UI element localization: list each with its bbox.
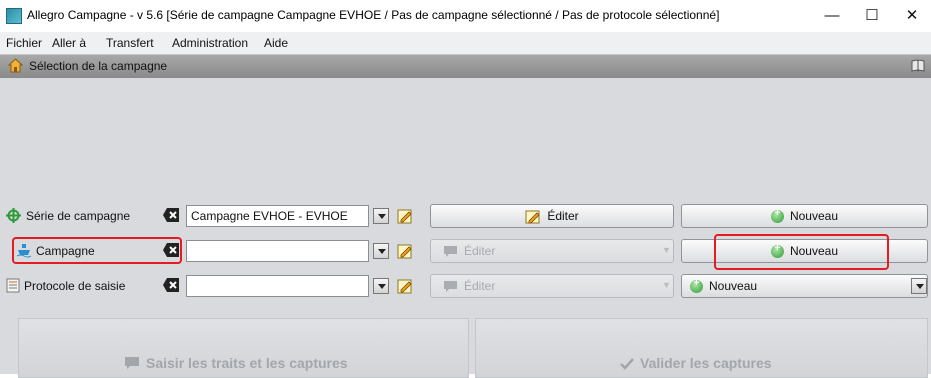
- menu-fichier[interactable]: Fichier: [6, 36, 42, 50]
- comment-icon: [444, 280, 457, 292]
- protocole-dropdown-arrow[interactable]: [373, 278, 389, 294]
- clear-field-icon[interactable]: [162, 207, 180, 223]
- menu-aide[interactable]: Aide: [264, 36, 288, 50]
- checkmark-icon: [620, 357, 634, 370]
- protocole-new-button[interactable]: Nouveau: [681, 274, 928, 298]
- protocole-new-label: Nouveau: [709, 279, 758, 293]
- dropdown-arrow-icon: ▼: [662, 245, 671, 255]
- valider-label: Valider les captures: [640, 355, 772, 371]
- book-icon[interactable]: [911, 59, 925, 72]
- add-icon: [690, 277, 703, 293]
- campagne-label: Campagne: [36, 244, 95, 258]
- protocole-combo[interactable]: [186, 275, 369, 297]
- maximize-button[interactable]: ☐: [858, 6, 886, 26]
- protocole-label: Protocole de saisie: [24, 279, 126, 293]
- clear-field-icon[interactable]: [162, 242, 180, 258]
- valider-action[interactable]: Valider les captures: [620, 355, 772, 371]
- serie-label: Série de campagne: [26, 209, 131, 223]
- serie-new-button[interactable]: Nouveau: [681, 204, 928, 228]
- nouveau-highlight: [714, 234, 889, 270]
- protocole-edit-button[interactable]: Éditer: [430, 274, 674, 298]
- campagne-combo[interactable]: [186, 240, 369, 262]
- serie-edit-label: Éditer: [547, 209, 579, 223]
- clear-field-icon[interactable]: [162, 277, 180, 293]
- minimize-button[interactable]: —: [818, 6, 846, 26]
- ship-icon: [17, 244, 31, 258]
- comment-icon: [444, 245, 457, 257]
- comment-icon: [125, 357, 139, 369]
- edit-pen-icon[interactable]: [397, 278, 413, 294]
- serie-combo[interactable]: Campagne EVHOE - EVHOE: [186, 205, 369, 227]
- edit-pen-icon[interactable]: [397, 208, 413, 224]
- campagne-edit-button[interactable]: Éditer: [430, 239, 674, 263]
- close-button[interactable]: ✕: [898, 6, 926, 26]
- crosshair-icon: [6, 208, 21, 223]
- home-icon: [8, 58, 23, 73]
- edit-pen-icon[interactable]: [397, 243, 413, 259]
- campagne-edit-label: Éditer: [464, 244, 496, 258]
- protocole-new-dropdown-arrow[interactable]: [911, 278, 927, 294]
- serie-new-label: Nouveau: [789, 209, 839, 223]
- menu-aller-a[interactable]: Aller à: [52, 36, 86, 50]
- add-icon: [770, 207, 784, 223]
- protocole-edit-label: Éditer: [464, 279, 496, 293]
- edit-icon: [525, 210, 540, 223]
- panel-title: Sélection de la campagne: [29, 59, 168, 73]
- app-icon: [6, 8, 22, 24]
- dropdown-arrow-icon: ▼: [662, 280, 671, 290]
- window-title: Allegro Campagne - v 5.6 [Série de campa…: [27, 8, 720, 22]
- saisir-label: Saisir les traits et les captures: [146, 355, 348, 371]
- serie-edit-button[interactable]: Éditer: [430, 204, 674, 228]
- menu-transfert[interactable]: Transfert: [106, 36, 154, 50]
- serie-dropdown-arrow[interactable]: [373, 208, 389, 224]
- menu-administration[interactable]: Administration: [172, 36, 248, 50]
- saisir-action[interactable]: Saisir les traits et les captures: [124, 355, 348, 371]
- document-icon: [6, 278, 20, 293]
- campagne-dropdown-arrow[interactable]: [373, 243, 389, 259]
